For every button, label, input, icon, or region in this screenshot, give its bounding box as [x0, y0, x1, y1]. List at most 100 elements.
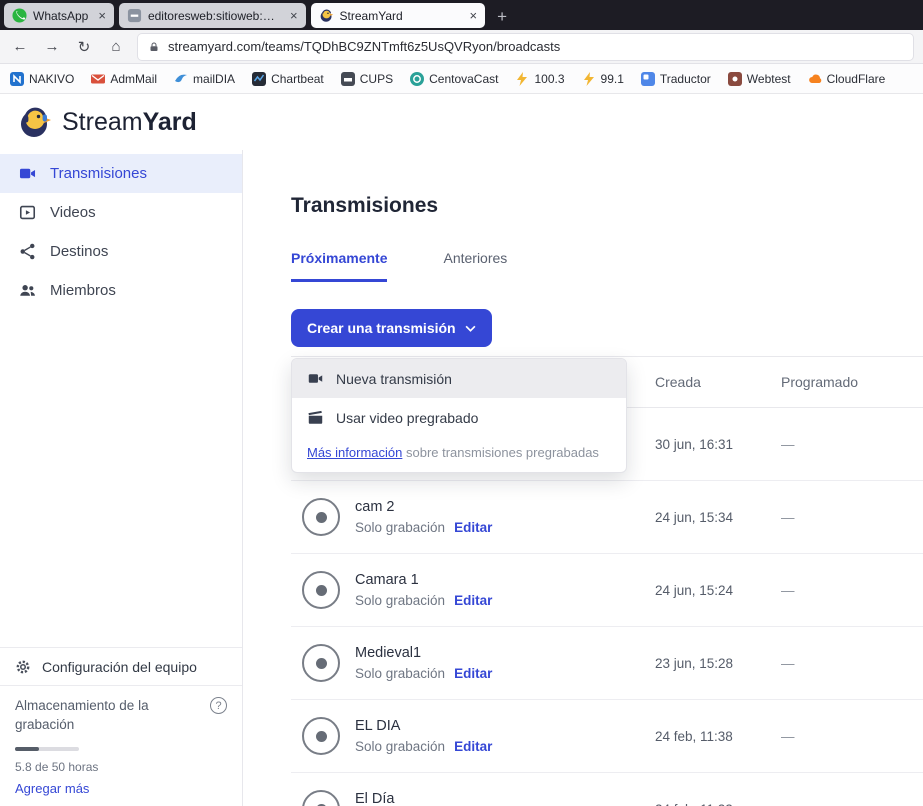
bookmark-label: Chartbeat	[271, 72, 324, 86]
tab-label: editoresweb:sitioweb:eldia.co	[148, 9, 280, 23]
record-icon	[302, 571, 340, 609]
bookmark-nakivo[interactable]: NAKIVO	[10, 72, 74, 86]
create-broadcast-label: Crear una transmisión	[307, 320, 456, 336]
nakivo-icon	[10, 72, 24, 86]
page-title: Transmisiones	[291, 194, 923, 218]
scheduled-cell: —	[781, 437, 923, 452]
gear-icon	[15, 659, 31, 675]
storage-progress-bar	[15, 747, 79, 751]
edit-link[interactable]: Editar	[454, 520, 492, 535]
bookmark-chartbeat[interactable]: Chartbeat	[252, 72, 324, 86]
sidebar-item-label: Destinos	[50, 243, 108, 260]
share-icon	[18, 242, 37, 261]
sidebar-item-label: Miembros	[50, 282, 116, 299]
dropdown-footer-text: sobre transmisiones pregrabadas	[402, 445, 599, 460]
bookmark-traductor[interactable]: Traductor	[641, 72, 711, 86]
bookmark-99-1[interactable]: 99.1	[582, 72, 624, 86]
edit-link[interactable]: Editar	[454, 739, 492, 754]
screen: WhatsApp × editoresweb:sitioweb:eldia.co…	[0, 0, 923, 806]
admmail-icon	[91, 72, 105, 86]
reload-icon[interactable]: ↻	[74, 38, 94, 56]
broadcast-name: El Día	[355, 791, 655, 806]
table-row[interactable]: El Día Solo grabaciónEditar 24 feb, 11:2…	[291, 773, 923, 806]
bookmark-webtest[interactable]: Webtest	[728, 72, 791, 86]
sidebar-item-label: Transmisiones	[50, 165, 147, 182]
team-settings-button[interactable]: Configuración del equipo	[0, 647, 242, 685]
team-settings-label: Configuración del equipo	[42, 659, 197, 675]
column-scheduled: Programado	[781, 374, 923, 390]
bookmark-label: 99.1	[601, 72, 624, 86]
table-row[interactable]: cam 2 Solo grabaciónEditar 24 jun, 15:34…	[291, 481, 923, 554]
table-row[interactable]: Camara 1 Solo grabaciónEditar 24 jun, 15…	[291, 554, 923, 627]
more-info-link[interactable]: Más información	[307, 445, 402, 460]
centovacast-icon	[410, 72, 424, 86]
menu-item-new-broadcast[interactable]: Nueva transmisión	[292, 359, 626, 398]
tab-whatsapp[interactable]: WhatsApp ×	[4, 3, 114, 28]
bookmark-admmail[interactable]: AdmMail	[91, 72, 157, 86]
clapperboard-icon	[307, 409, 324, 426]
broadcast-type: Solo grabación	[355, 666, 445, 681]
sidebar-item-transmisiones[interactable]: Transmisiones	[0, 154, 242, 193]
tab-proximamente[interactable]: Próximamente	[291, 250, 387, 282]
create-broadcast-button[interactable]: Crear una transmisión	[291, 309, 492, 347]
bookmark-label: NAKIVO	[29, 72, 74, 86]
sidebar-item-label: Videos	[50, 204, 96, 221]
bolt-icon	[582, 72, 596, 86]
sidebar-item-miembros[interactable]: Miembros	[0, 271, 242, 310]
address-bar[interactable]: streamyard.com/teams/TQDhBC9ZNTmft6z5UsQ…	[138, 34, 913, 60]
video-camera-icon	[18, 164, 37, 183]
created-cell: 24 feb, 11:22	[655, 802, 781, 806]
close-icon[interactable]: ×	[290, 9, 298, 22]
close-icon[interactable]: ×	[470, 9, 478, 22]
created-cell: 30 jun, 16:31	[655, 437, 781, 452]
cups-icon	[341, 72, 355, 86]
traductor-icon	[641, 72, 655, 86]
broadcast-type: Solo grabación	[355, 739, 445, 754]
record-icon	[302, 790, 340, 806]
record-icon	[302, 498, 340, 536]
table-row[interactable]: Medieval1 Solo grabaciónEditar 23 jun, 1…	[291, 627, 923, 700]
tab-label: StreamYard	[340, 9, 460, 23]
menu-item-prerecorded-video[interactable]: Usar video pregrabado	[292, 398, 626, 437]
edit-link[interactable]: Editar	[454, 666, 492, 681]
bookmark-label: CentovaCast	[429, 72, 498, 86]
logo-text: StreamYard	[62, 108, 197, 137]
bookmark-label: 100.3	[534, 72, 564, 86]
streamyard-favicon	[319, 8, 334, 23]
column-created: Creada	[655, 374, 781, 390]
broadcast-name: cam 2	[355, 499, 655, 515]
sidebar-item-videos[interactable]: Videos	[0, 193, 242, 232]
tab-label: WhatsApp	[33, 9, 88, 23]
help-icon[interactable]: ?	[210, 697, 227, 714]
tab-streamyard[interactable]: StreamYard ×	[311, 3, 486, 28]
bookmark-cups[interactable]: CUPS	[341, 72, 393, 86]
created-cell: 23 jun, 15:28	[655, 656, 781, 671]
lock-icon	[148, 41, 160, 53]
record-icon	[302, 644, 340, 682]
bookmark-centovacast[interactable]: CentovaCast	[410, 72, 498, 86]
bookmark-100-3[interactable]: 100.3	[515, 72, 564, 86]
new-tab-button[interactable]: +	[497, 8, 507, 25]
tab-anteriores[interactable]: Anteriores	[443, 250, 507, 282]
maildia-icon	[174, 72, 188, 86]
eldia-favicon	[127, 8, 142, 23]
sidebar-item-destinos[interactable]: Destinos	[0, 232, 242, 271]
sidebar-nav: Transmisiones Videos Destinos Miembros	[0, 150, 242, 310]
home-icon[interactable]: ⌂	[106, 38, 126, 55]
record-icon	[302, 717, 340, 755]
table-row[interactable]: EL DIA Solo grabaciónEditar 24 feb, 11:3…	[291, 700, 923, 773]
add-more-link[interactable]: Agregar más	[15, 781, 227, 796]
bookmark-label: CloudFlare	[827, 72, 886, 86]
bookmark-maildia[interactable]: mailDIA	[174, 72, 235, 86]
close-icon[interactable]: ×	[98, 9, 106, 22]
streamyard-logo[interactable]: StreamYard	[17, 104, 197, 140]
broadcast-type: Solo grabación	[355, 593, 445, 608]
tab-eldia[interactable]: editoresweb:sitioweb:eldia.co ×	[119, 3, 306, 28]
edit-link[interactable]: Editar	[454, 593, 492, 608]
storage-title: Almacenamiento de la grabación	[15, 697, 180, 735]
storage-progress-fill	[15, 747, 39, 751]
forward-icon[interactable]: →	[42, 38, 62, 55]
page-body: Transmisiones Videos Destinos Miembros	[0, 150, 923, 806]
bookmark-cloudflare[interactable]: CloudFlare	[808, 72, 886, 86]
back-icon[interactable]: ←	[10, 38, 30, 55]
